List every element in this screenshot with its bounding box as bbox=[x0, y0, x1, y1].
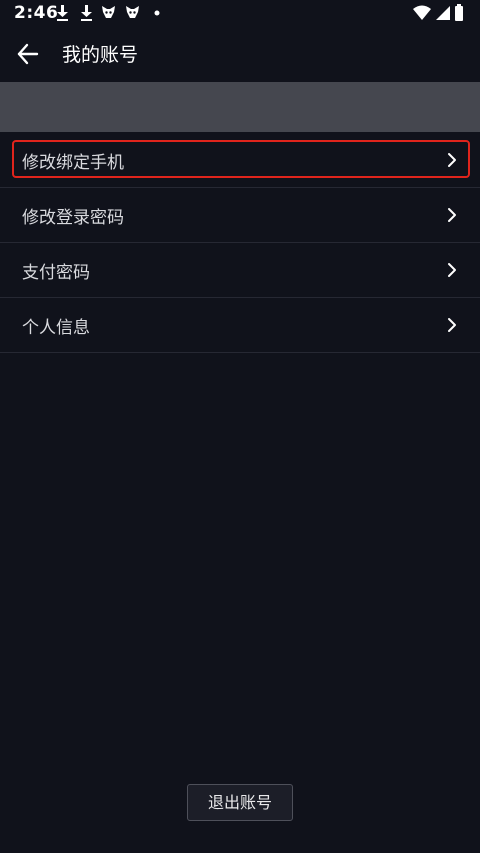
chevron-right-icon bbox=[448, 153, 456, 167]
page-title: 我的账号 bbox=[62, 44, 139, 66]
wifi-icon bbox=[413, 5, 431, 20]
more-notifications-dot-icon bbox=[154, 10, 160, 16]
system-status-icons bbox=[413, 4, 463, 21]
menu-item-personal-info[interactable]: 个人信息 bbox=[0, 298, 480, 353]
status-time: 2:46 bbox=[14, 3, 59, 23]
logout-button[interactable]: 退出账号 bbox=[187, 784, 293, 821]
menu-item-label: 修改登录密码 bbox=[22, 208, 124, 228]
chevron-right-icon bbox=[448, 208, 456, 222]
signal-icon bbox=[436, 6, 450, 20]
menu-item-change-login-password[interactable]: 修改登录密码 bbox=[0, 188, 480, 243]
chevron-right-icon bbox=[448, 318, 456, 332]
download-icon bbox=[57, 5, 68, 21]
back-button[interactable] bbox=[10, 36, 46, 72]
menu-item-payment-password[interactable]: 支付密码 bbox=[0, 243, 480, 298]
menu-item-label: 个人信息 bbox=[22, 318, 90, 338]
app-bar: 我的账号 bbox=[0, 26, 480, 82]
banner-area bbox=[0, 82, 480, 132]
battery-icon bbox=[455, 4, 463, 21]
app-notification-icon bbox=[102, 6, 115, 18]
app-notification-icon bbox=[126, 6, 139, 18]
download-icon bbox=[81, 5, 92, 21]
menu-list: 修改绑定手机 修改登录密码 支付密码 个人信息 bbox=[0, 133, 480, 353]
arrow-left-icon bbox=[17, 43, 39, 65]
menu-item-label: 修改绑定手机 bbox=[22, 153, 124, 173]
chevron-right-icon bbox=[448, 263, 456, 277]
status-bar: 2:46 bbox=[0, 0, 480, 26]
menu-item-change-phone[interactable]: 修改绑定手机 bbox=[0, 133, 480, 188]
menu-item-label: 支付密码 bbox=[22, 263, 90, 283]
notification-icons bbox=[57, 5, 160, 21]
